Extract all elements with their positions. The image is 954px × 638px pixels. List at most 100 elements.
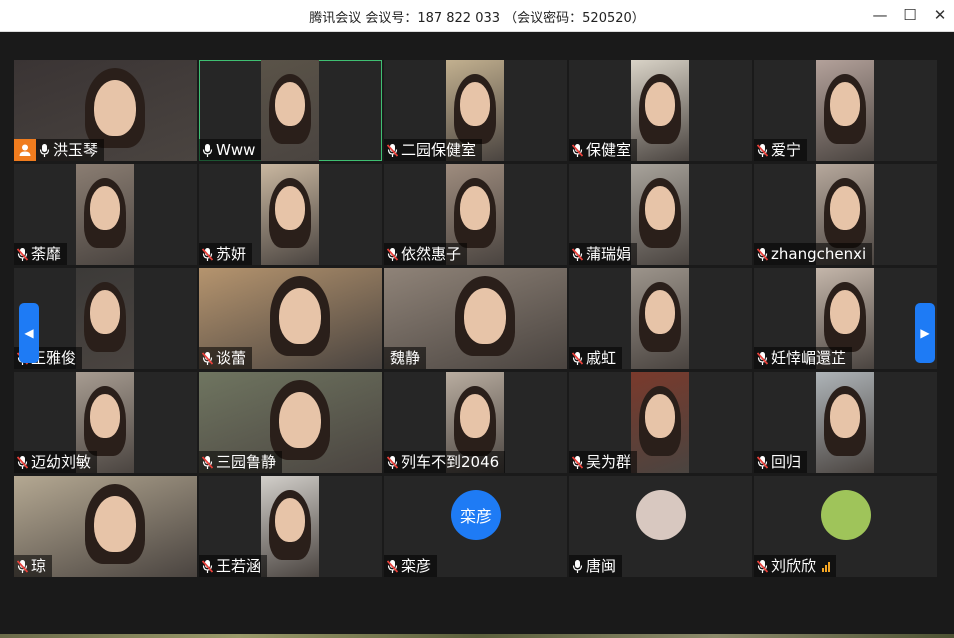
- video-feed: [261, 164, 319, 265]
- person-face: [90, 394, 120, 438]
- next-page-button[interactable]: ▶: [915, 303, 935, 363]
- person-face: [645, 394, 675, 438]
- participant-tile[interactable]: 妊悻嵋還芷: [754, 268, 937, 369]
- name-label-bar: 保健室: [569, 139, 638, 161]
- participant-name: 迈幼刘敏: [31, 453, 92, 471]
- participant-name: 栾彦: [401, 557, 432, 575]
- avatar: 栾彦: [451, 490, 501, 540]
- video-feed: [631, 60, 689, 161]
- person-face: [830, 290, 860, 334]
- video-feed: [261, 476, 319, 577]
- participant-tile[interactable]: 列车不到2046: [384, 372, 567, 473]
- name-label-bar: 妊悻嵋還芷: [754, 347, 853, 369]
- person-face: [830, 82, 860, 126]
- participant-name: 唐闽: [586, 557, 617, 575]
- participant-tile[interactable]: 荼靡: [14, 164, 197, 265]
- name-label-bar: 迈幼刘敏: [14, 451, 98, 473]
- participant-tile[interactable]: 刘欣欣: [754, 476, 937, 577]
- participant-tile[interactable]: 洪玉琴: [14, 60, 197, 161]
- window-title: 腾讯会议 会议号：187 822 033 （会议密码：520520）: [309, 11, 645, 26]
- mic-muted-icon: [17, 455, 28, 469]
- participant-name: 荼靡: [31, 245, 62, 263]
- name-label-bar: 栾彦: [384, 555, 438, 577]
- participant-tile[interactable]: 三园鲁静: [199, 372, 382, 473]
- mic-muted-icon: [202, 559, 213, 573]
- avatar: [636, 490, 686, 540]
- participant-tile[interactable]: 蒲瑞娟: [569, 164, 752, 265]
- minimize-button[interactable]: —: [867, 4, 893, 26]
- title-bar: 腾讯会议 会议号：187 822 033 （会议密码：520520） — ☐ ✕: [0, 0, 954, 32]
- participant-tile[interactable]: 琼: [14, 476, 197, 577]
- participant-tile[interactable]: 王雅俊: [14, 268, 197, 369]
- name-label-bar: 刘欣欣: [754, 555, 837, 577]
- name-label-bar: 魏静: [384, 347, 427, 369]
- participant-tile[interactable]: Www: [199, 60, 382, 161]
- participant-tile[interactable]: 保健室: [569, 60, 752, 161]
- participant-tile[interactable]: 迈幼刘敏: [14, 372, 197, 473]
- participant-tile[interactable]: 王若涵: [199, 476, 382, 577]
- participant-tile[interactable]: 魏静: [384, 268, 567, 369]
- participant-tile[interactable]: 依然惠子: [384, 164, 567, 265]
- participant-name: 魏静: [390, 349, 421, 367]
- participant-name: 依然惠子: [401, 245, 462, 263]
- name-label-bar: 洪玉琴: [14, 139, 105, 161]
- mic-muted-icon: [387, 559, 398, 573]
- participant-name: Www: [216, 141, 256, 159]
- participant-tile[interactable]: 二园保健室: [384, 60, 567, 161]
- participant-name: 妊悻嵋還芷: [771, 349, 847, 367]
- participant-name: zhangchenxi: [771, 245, 867, 263]
- participant-name: 三园鲁静: [216, 453, 277, 471]
- participant-tile[interactable]: 回归: [754, 372, 937, 473]
- person-face: [645, 186, 675, 230]
- mic-muted-icon: [572, 351, 583, 365]
- participant-name: 二园保健室: [401, 141, 477, 159]
- avatar: [821, 490, 871, 540]
- name-label-bar: 苏妍: [199, 243, 253, 265]
- person-face: [463, 288, 506, 344]
- mic-muted-icon: [757, 247, 768, 261]
- mic-muted-icon: [17, 559, 28, 573]
- mic-muted-icon: [572, 247, 583, 261]
- participant-tile[interactable]: 唐闽: [569, 476, 752, 577]
- name-label-bar: 吴为群: [569, 451, 638, 473]
- name-label-bar: 爱宁: [754, 139, 808, 161]
- name-label-bar: 戚虹: [569, 347, 623, 369]
- participant-tile[interactable]: 吴为群: [569, 372, 752, 473]
- mic-muted-icon: [202, 455, 213, 469]
- person-face: [830, 394, 860, 438]
- video-feed: [76, 164, 134, 265]
- person-face: [275, 82, 305, 126]
- maximize-button[interactable]: ☐: [897, 4, 923, 26]
- participant-name: 谈蕾: [216, 349, 247, 367]
- person-face: [460, 394, 490, 438]
- mic-icon: [39, 143, 50, 157]
- name-label-bar: Www: [199, 139, 262, 161]
- participant-name: 刘欣欣: [771, 557, 817, 575]
- name-label-bar: zhangchenxi: [754, 243, 873, 265]
- participant-tile[interactable]: 爱宁: [754, 60, 937, 161]
- participant-tile[interactable]: zhangchenxi: [754, 164, 937, 265]
- participant-tile[interactable]: 戚虹: [569, 268, 752, 369]
- close-button[interactable]: ✕: [927, 4, 953, 26]
- participant-name: 苏妍: [216, 245, 247, 263]
- video-feed: [631, 268, 689, 369]
- person-face: [460, 186, 490, 230]
- mic-muted-icon: [757, 143, 768, 157]
- mic-muted-icon: [757, 455, 768, 469]
- participant-name: 洪玉琴: [53, 141, 99, 159]
- mic-muted-icon: [17, 247, 28, 261]
- participant-name: 回归: [771, 453, 802, 471]
- mic-muted-icon: [572, 455, 583, 469]
- name-label-bar: 琼: [14, 555, 53, 577]
- video-grid: 洪玉琴 Www 二园保健室 保健室 爱宁荼靡 苏妍 依然惠子 蒲瑞娟 zhangchenxi 王雅…: [14, 60, 941, 578]
- participant-tile[interactable]: 谈蕾: [199, 268, 382, 369]
- participant-tile[interactable]: 苏妍: [199, 164, 382, 265]
- prev-page-button[interactable]: ◀: [19, 303, 39, 363]
- person-face: [90, 290, 120, 334]
- name-label-bar: 蒲瑞娟: [569, 243, 638, 265]
- participant-name: 蒲瑞娟: [586, 245, 632, 263]
- person-face: [830, 186, 860, 230]
- mic-muted-icon: [202, 351, 213, 365]
- participant-tile[interactable]: 栾彦 栾彦: [384, 476, 567, 577]
- person-face: [645, 290, 675, 334]
